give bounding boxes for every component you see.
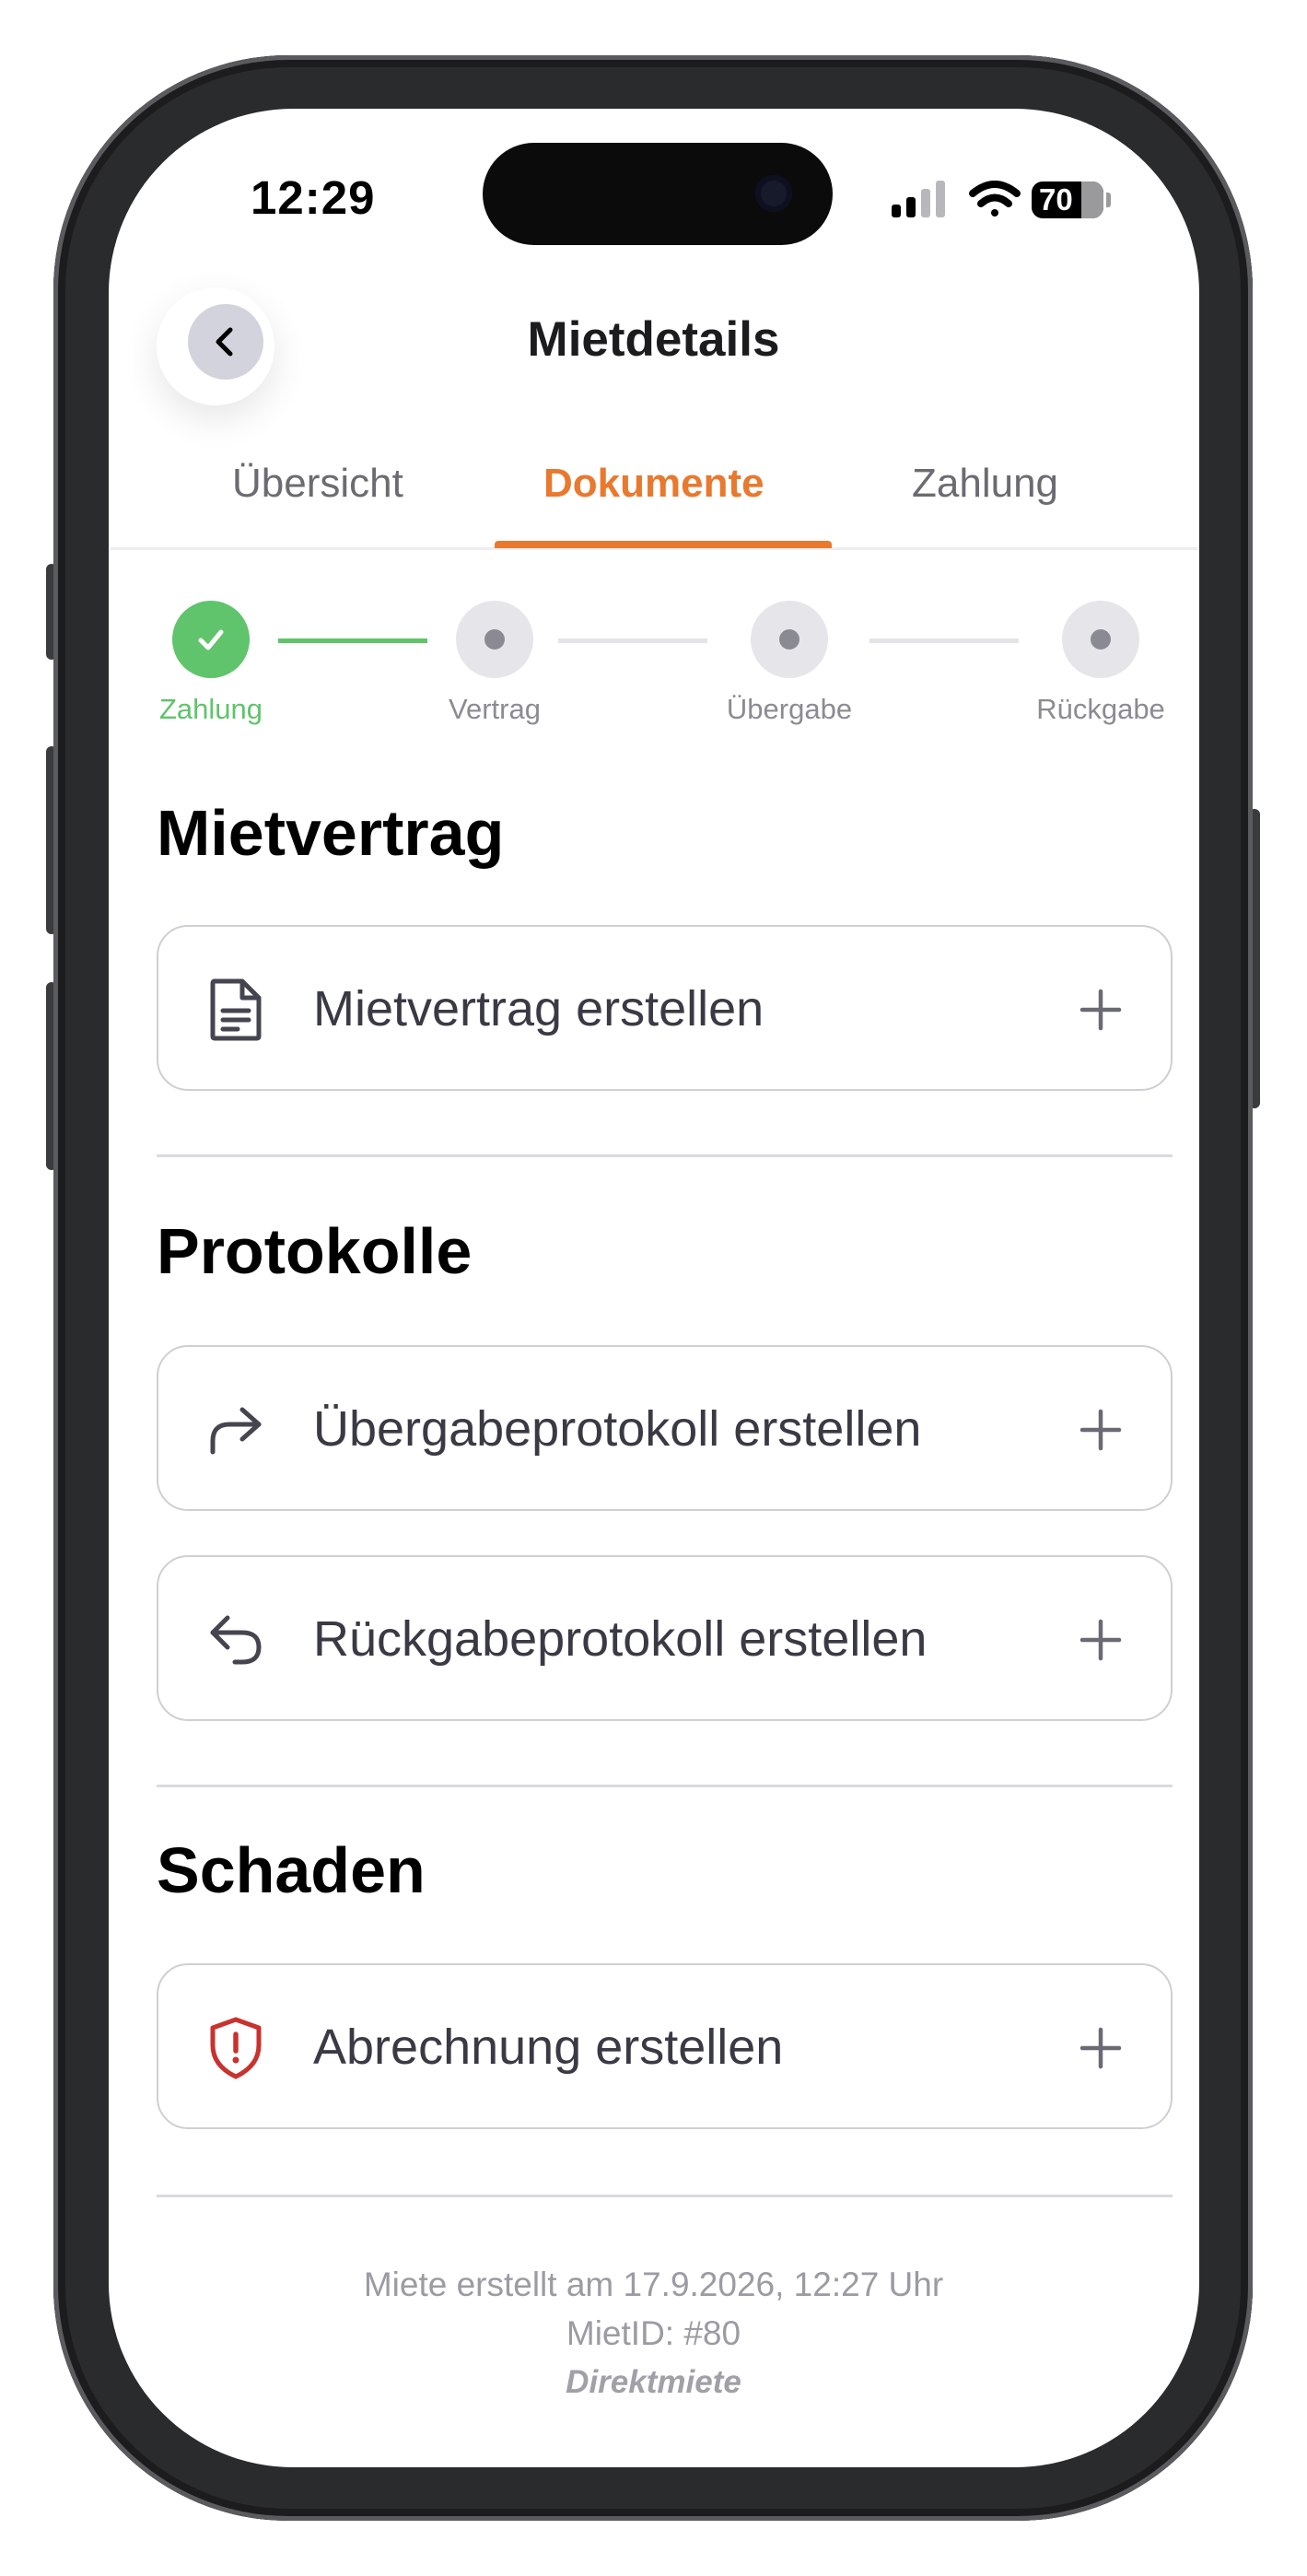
tab-uebersicht[interactable]: Übersicht (232, 461, 403, 507)
create-handover-protocol-label: Übergabeprotokoll erstellen (313, 1401, 922, 1457)
checkmark-icon (198, 629, 224, 650)
signal-icon (892, 181, 945, 217)
step-label-rueckgabe: Rückgabe (1036, 693, 1165, 725)
create-return-protocol-button[interactable]: Rückgabeprotokoll erstellen (157, 1555, 1173, 1721)
section-title-mietvertrag: Mietvertrag (157, 797, 505, 869)
section-divider (157, 1154, 1173, 1157)
create-settlement-button[interactable]: Abrechnung erstellen (157, 1963, 1173, 2129)
arrow-forward-icon (203, 1397, 269, 1463)
step-zahlung (172, 601, 250, 678)
plus-icon (1079, 989, 1122, 1031)
step-label-vertrag: Vertrag (449, 693, 541, 725)
status-time: 12:29 (251, 171, 376, 224)
tab-dokumente[interactable]: Dokumente (543, 461, 764, 507)
dynamic-island (483, 143, 833, 245)
plus-icon (1079, 1619, 1122, 1661)
step-connector (558, 638, 707, 643)
rent-id: MietID: #80 (566, 2314, 741, 2352)
step-dot (1091, 629, 1111, 650)
camera-icon (755, 175, 792, 212)
rent-type: Direktmiete (566, 2364, 741, 2400)
battery-tip (1106, 193, 1111, 207)
arrow-return-icon (203, 1607, 269, 1673)
section-title-protokolle: Protokolle (157, 1215, 473, 1287)
step-dot (779, 629, 799, 650)
battery-indicator: 70 (1032, 181, 1103, 218)
section-title-schaden: Schaden (157, 1834, 426, 1906)
plus-icon (1079, 1409, 1122, 1451)
create-return-protocol-label: Rückgabeprotokoll erstellen (313, 1611, 928, 1667)
create-lease-label: Mietvertrag erstellen (313, 981, 764, 1036)
create-handover-protocol-button[interactable]: Übergabeprotokoll erstellen (157, 1345, 1173, 1511)
document-icon (203, 977, 269, 1043)
step-label-uebergabe: Übergabe (726, 693, 853, 725)
section-divider (157, 1785, 1173, 1787)
create-settlement-label: Abrechnung erstellen (313, 2020, 784, 2075)
step-dot (484, 629, 505, 650)
tab-active-indicator (495, 541, 832, 548)
wifi-icon (969, 181, 1021, 217)
shield-alert-icon (203, 2015, 269, 2081)
section-divider (157, 2195, 1173, 2197)
step-connector (278, 638, 427, 643)
step-uebergabe (751, 601, 828, 678)
create-lease-button[interactable]: Mietvertrag erstellen (157, 925, 1173, 1091)
tab-zahlung[interactable]: Zahlung (912, 461, 1058, 507)
step-connector (869, 638, 1019, 643)
step-rueckgabe (1062, 601, 1139, 678)
page-title: Mietdetails (527, 312, 780, 367)
plus-icon (1079, 2027, 1122, 2069)
step-vertrag (456, 601, 533, 678)
rent-created-info: Miete erstellt am 17.9.2026, 12:27 Uhr (363, 2266, 944, 2303)
step-label-zahlung: Zahlung (158, 693, 263, 725)
